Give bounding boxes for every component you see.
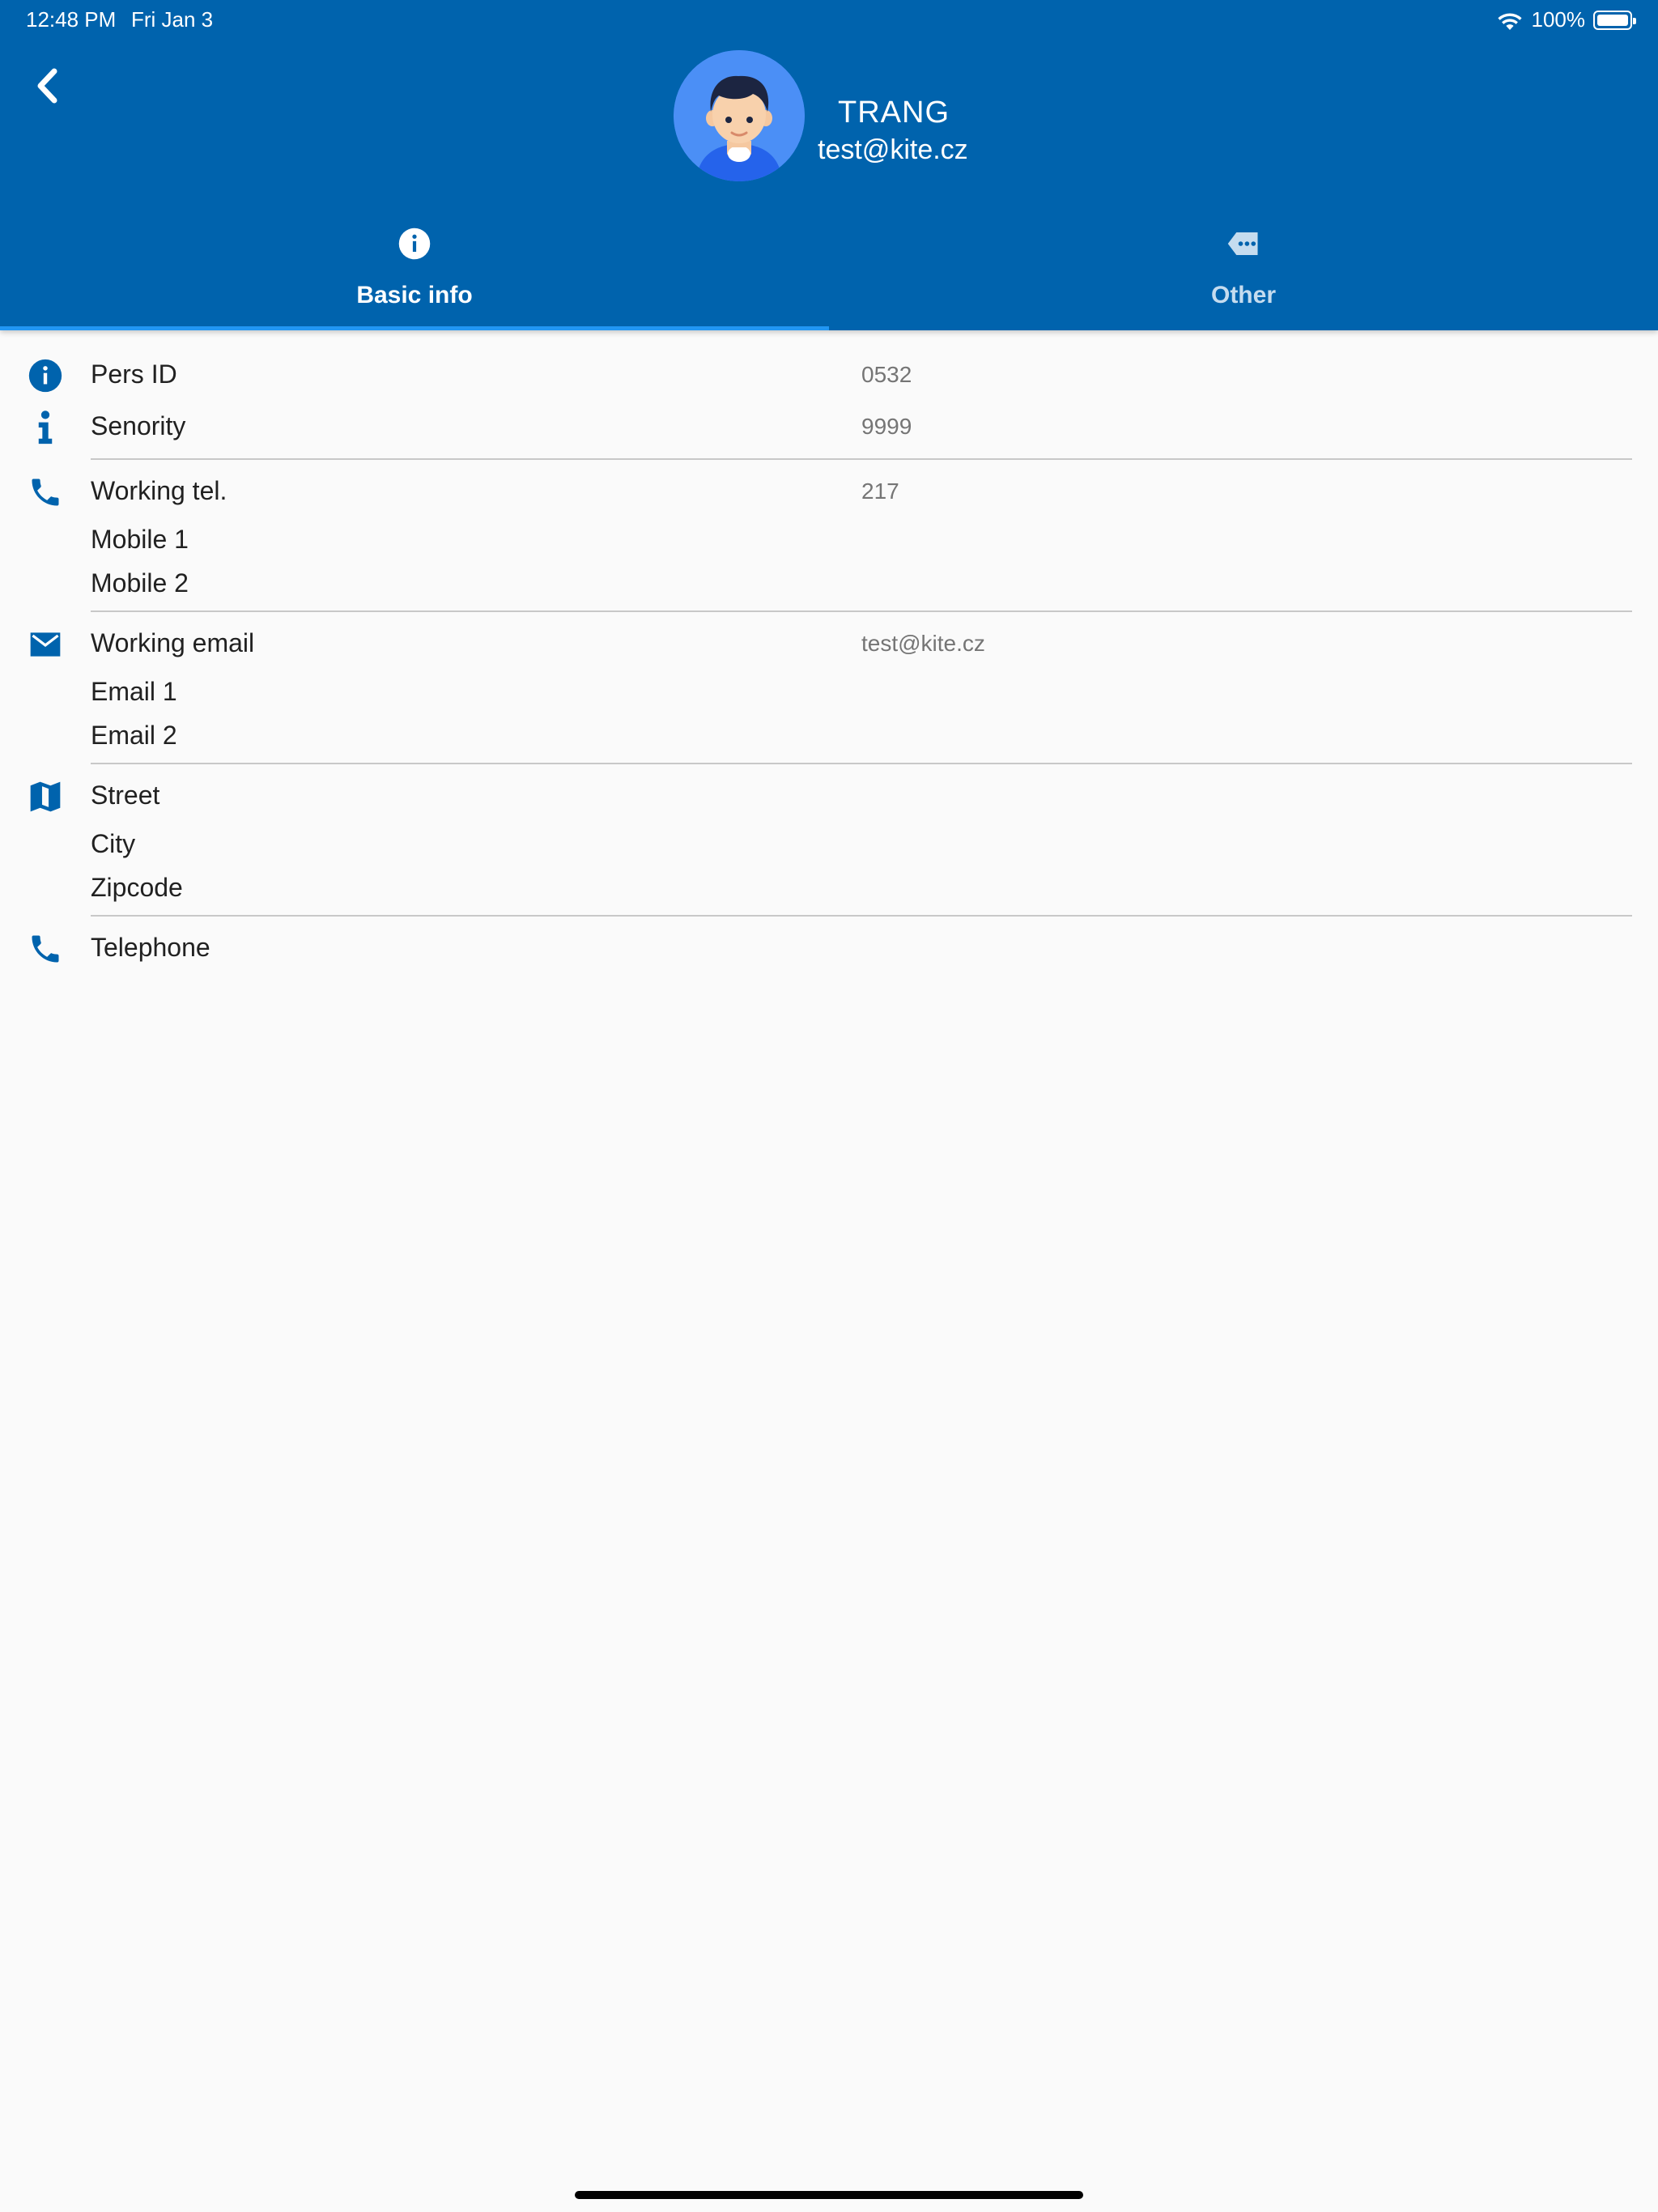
senority-value: 9999: [861, 414, 912, 439]
phone-icon: [32, 935, 59, 963]
info-icon: [38, 410, 53, 445]
app-header: 12:48 PM Fri Jan 3 100% TRANG test@kite.…: [0, 0, 1658, 330]
city-label: City: [91, 829, 136, 858]
senority-label: Senority: [91, 411, 186, 440]
phone-icon: [32, 479, 59, 506]
section-divider: [91, 915, 1632, 917]
section-divider: [91, 458, 1632, 460]
tab-label: Other: [1210, 282, 1276, 308]
info-circle-icon: [28, 359, 62, 393]
back-button[interactable]: [23, 62, 71, 110]
status-time: 12:48 PM: [26, 7, 117, 32]
tab-basic-info[interactable]: Basic info: [0, 220, 829, 330]
pers-id-value: 0532: [861, 362, 912, 387]
status-bar: 12:48 PM Fri Jan 3 100%: [0, 0, 1658, 39]
chevron-left-icon: [37, 68, 57, 104]
email2-label: Email 2: [91, 721, 177, 750]
zipcode-label: Zipcode: [91, 873, 183, 902]
profile-email: test@kite.cz: [818, 134, 968, 165]
user-avatar-icon: [674, 50, 805, 181]
mobile2-label: Mobile 2: [91, 568, 189, 598]
mail-icon: [30, 632, 61, 657]
mobile1-label: Mobile 1: [91, 525, 189, 554]
profile-name: TRANG: [838, 96, 950, 130]
wifi-icon: [1497, 13, 1522, 30]
more-tag-icon: [1227, 232, 1258, 255]
working-tel-value: 217: [861, 479, 899, 504]
home-indicator[interactable]: [575, 2191, 1083, 2199]
telephone-label: Telephone: [91, 933, 210, 962]
info-circle-icon: [398, 228, 431, 260]
map-icon: [30, 781, 61, 812]
status-indicators: 100%: [1496, 7, 1636, 32]
tab-other[interactable]: Other: [829, 220, 1658, 330]
tab-indicator: [0, 326, 829, 330]
email1-label: Email 1: [91, 677, 177, 706]
pers-id-label: Pers ID: [91, 359, 177, 389]
working-tel-label: Working tel.: [91, 476, 227, 505]
battery-icon: [1593, 10, 1636, 30]
avatar: [674, 50, 805, 181]
street-label: Street: [91, 781, 160, 810]
section-divider: [91, 763, 1632, 764]
battery-percentage: 100%: [1531, 7, 1586, 32]
working-email-label: Working email: [91, 628, 255, 657]
working-email-value: test@kite.cz: [861, 631, 985, 656]
status-date: Fri Jan 3: [131, 7, 214, 32]
tab-label: Basic info: [356, 282, 473, 308]
section-divider: [91, 610, 1632, 612]
